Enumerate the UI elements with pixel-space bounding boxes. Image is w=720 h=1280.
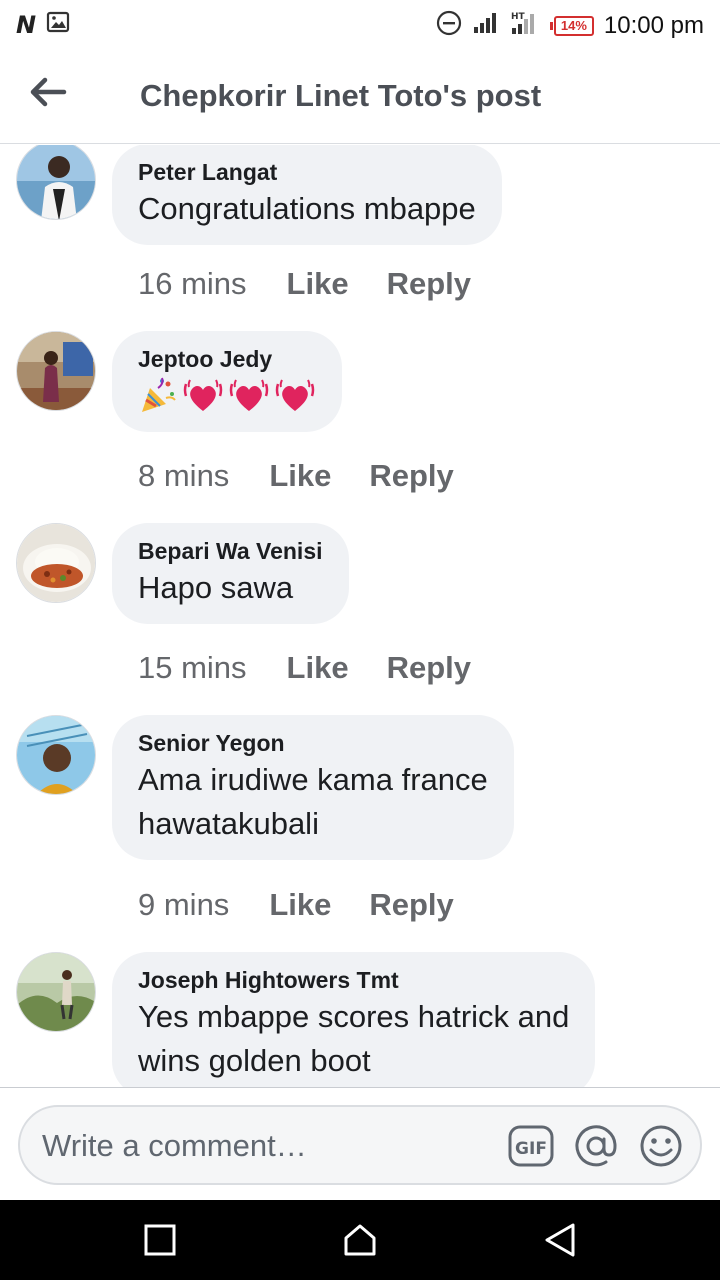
comment-composer[interactable]: GIF	[18, 1105, 702, 1185]
recents-square-icon	[144, 1224, 176, 1256]
battery-level: 14%	[553, 15, 594, 36]
gif-label: GIF	[515, 1139, 547, 1159]
back-triangle-icon	[545, 1223, 575, 1257]
system-back-button[interactable]	[538, 1218, 582, 1262]
recents-button[interactable]	[138, 1218, 182, 1262]
signal-icon	[472, 11, 500, 40]
party-popper-icon	[142, 377, 176, 412]
like-button[interactable]: Like	[287, 648, 349, 688]
avatar[interactable]	[16, 952, 96, 1032]
reply-button[interactable]: Reply	[387, 264, 471, 304]
comment-emojis	[138, 374, 316, 418]
battery-tip	[549, 21, 553, 30]
back-button[interactable]	[24, 70, 72, 114]
signal-ht-icon: HT	[510, 10, 540, 41]
comment-bubble[interactable]: Jeptoo Jedy	[112, 331, 342, 432]
battery-icon: 14%	[549, 15, 594, 36]
home-icon	[344, 1224, 376, 1256]
comment-text-line: hawatakubali	[138, 806, 319, 841]
comment-text: Congratulations mbappe	[138, 191, 476, 226]
comment-text-line: Ama irudiwe kama france	[138, 762, 488, 797]
comment-author[interactable]: Bepari Wa Venisi	[138, 536, 323, 566]
beating-heart-icon	[275, 379, 315, 411]
like-button[interactable]: Like	[269, 885, 331, 925]
comment-author[interactable]: Joseph Hightowers Tmt	[138, 965, 569, 995]
comment-actions: 9 mins Like Reply	[138, 885, 454, 925]
comment-author[interactable]: Jeptoo Jedy	[138, 344, 316, 374]
n-app-icon: N	[16, 10, 37, 39]
beating-heart-icon	[229, 379, 269, 411]
status-time: 10:00 pm	[603, 11, 704, 39]
gif-button[interactable]: GIF	[508, 1123, 554, 1169]
post-header: Chepkorir Linet Toto's post	[0, 50, 720, 144]
comment-actions: 15 mins Like Reply	[138, 648, 471, 688]
comments-list[interactable]: Peter Langat Congratulations mbappe 16 m…	[0, 145, 720, 1087]
status-right: HT 14% 10:00 pm	[436, 10, 704, 41]
comment-time[interactable]: 15 mins	[138, 648, 247, 688]
comment-author[interactable]: Peter Langat	[138, 157, 476, 187]
emoji-button[interactable]	[638, 1123, 684, 1169]
like-button[interactable]: Like	[287, 264, 349, 304]
gif-icon: GIF	[508, 1125, 554, 1167]
back-arrow-icon	[30, 77, 67, 107]
comment-time[interactable]: 8 mins	[138, 456, 229, 496]
comment-actions: 16 mins Like Reply	[138, 264, 471, 304]
comment-time[interactable]: 16 mins	[138, 264, 247, 304]
reply-button[interactable]: Reply	[369, 885, 453, 925]
emoji-icon	[640, 1125, 682, 1167]
like-button[interactable]: Like	[269, 456, 331, 496]
comment-bubble[interactable]: Joseph Hightowers Tmt Yes mbappe scores …	[112, 952, 596, 1087]
reply-button[interactable]: Reply	[369, 456, 453, 496]
comment-text-line: Yes mbappe scores hatrick and	[138, 999, 570, 1034]
avatar[interactable]	[16, 523, 96, 603]
do-not-disturb-icon	[436, 10, 462, 41]
system-nav-bar	[0, 1200, 720, 1280]
beating-heart-icon	[183, 379, 223, 411]
comment-text-line: wins golden boot	[138, 1043, 371, 1078]
home-button[interactable]	[338, 1218, 382, 1262]
avatar[interactable]	[16, 715, 96, 795]
comment-bubble[interactable]: Bepari Wa Venisi Hapo sawa	[112, 523, 349, 624]
avatar[interactable]	[16, 331, 96, 411]
mention-icon	[575, 1125, 617, 1167]
status-bar: N HT 14% 10:00 pm	[0, 0, 720, 50]
comment-actions: 8 mins Like Reply	[138, 456, 454, 496]
comment-time[interactable]: 9 mins	[138, 885, 229, 925]
status-left: N	[16, 10, 70, 39]
gallery-icon	[46, 10, 70, 39]
avatar[interactable]	[16, 145, 96, 220]
comment-bubble[interactable]: Senior Yegon Ama irudiwe kama france haw…	[112, 715, 514, 860]
comment-input[interactable]	[42, 1125, 482, 1167]
reply-button[interactable]: Reply	[387, 648, 471, 688]
comment-composer-bar: GIF	[0, 1087, 720, 1200]
comment-text: Hapo sawa	[138, 570, 294, 605]
comment-bubble[interactable]: Peter Langat Congratulations mbappe	[112, 145, 502, 245]
comment-author[interactable]: Senior Yegon	[138, 728, 488, 758]
mention-button[interactable]	[573, 1123, 619, 1169]
page-title: Chepkorir Linet Toto's post	[140, 78, 542, 113]
svg-text:HT: HT	[511, 12, 526, 22]
